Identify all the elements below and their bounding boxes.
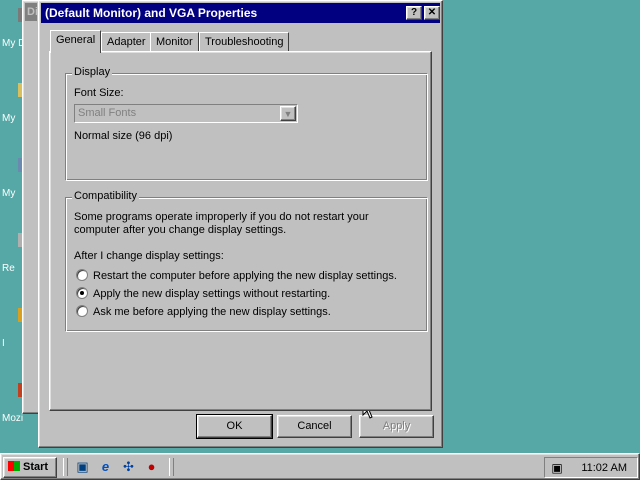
dropdown-arrow-icon[interactable]: ▼ xyxy=(280,106,296,121)
desktop-shortcut-label[interactable]: Mozi xyxy=(2,413,23,424)
window-title: (Default Monitor) and VGA Properties xyxy=(45,6,258,20)
compatibility-group: Compatibility Some programs operate impr… xyxy=(65,190,427,331)
display-properties-dialog: (Default Monitor) and VGA Properties ? ✕… xyxy=(38,0,443,448)
cancel-button[interactable]: Cancel xyxy=(277,415,352,438)
taskbar: Start ▣ e ✣ ● ▣ 11:02 AM xyxy=(0,453,640,480)
internet-explorer-icon[interactable]: e xyxy=(97,458,114,475)
start-button[interactable]: Start xyxy=(3,457,57,478)
close-button[interactable]: ✕ xyxy=(424,6,440,20)
compatibility-legend: Compatibility xyxy=(72,190,139,202)
start-label: Start xyxy=(23,461,49,473)
tab-troubleshooting[interactable]: Troubleshooting xyxy=(199,32,290,52)
font-size-dropdown[interactable]: Small Fonts ▼ xyxy=(74,104,298,123)
compatibility-description-line1: Some programs operate improperly if you … xyxy=(74,211,369,223)
radio-apply-label[interactable]: Apply the new display settings without r… xyxy=(93,288,330,300)
radio-apply-button[interactable] xyxy=(76,287,88,300)
display-group: Display Font Size: Small Fonts ▼ Normal … xyxy=(65,66,427,180)
ok-button[interactable]: OK xyxy=(196,414,273,439)
radio-ask-button[interactable] xyxy=(76,305,88,318)
clock[interactable]: 11:02 AM xyxy=(581,458,627,478)
desktop-shortcut-label[interactable]: I xyxy=(2,338,5,349)
show-desktop-icon[interactable]: ▣ xyxy=(74,458,91,475)
channels-icon[interactable]: ✣ xyxy=(120,458,137,475)
help-button[interactable]: ? xyxy=(406,6,422,20)
display-settings-tray-icon[interactable]: ▣ xyxy=(549,460,565,476)
taskbar-grip-2[interactable] xyxy=(169,458,174,476)
radio-apply-without-restart[interactable]: Apply the new display settings without r… xyxy=(76,286,330,302)
title-bar[interactable]: (Default Monitor) and VGA Properties ? ✕ xyxy=(41,3,440,23)
tab-panel-general: Display Font Size: Small Fonts ▼ Normal … xyxy=(49,51,432,411)
compatibility-description-line2: computer after you change display settin… xyxy=(74,224,287,236)
desktop-shortcut-label[interactable]: My xyxy=(2,188,15,199)
media-player-icon[interactable]: ● xyxy=(143,458,160,475)
radio-restart-label[interactable]: Restart the computer before applying the… xyxy=(93,270,397,282)
radio-restart-button[interactable] xyxy=(76,269,88,282)
radio-ask-me[interactable]: Ask me before applying the new display s… xyxy=(76,304,331,320)
font-size-label: Font Size: xyxy=(74,87,124,99)
taskbar-grip[interactable] xyxy=(63,458,68,476)
desktop-shortcut-label[interactable]: Re xyxy=(2,263,15,274)
tab-general[interactable]: General xyxy=(50,30,102,53)
windows-logo-icon xyxy=(8,461,20,472)
desktop-shortcut-label[interactable]: My xyxy=(2,113,15,124)
radio-restart[interactable]: Restart the computer before applying the… xyxy=(76,268,397,284)
font-size-value: Small Fonts xyxy=(78,107,137,119)
radio-ask-label[interactable]: Ask me before applying the new display s… xyxy=(93,306,331,318)
display-legend: Display xyxy=(72,66,113,78)
system-tray: ▣ 11:02 AM xyxy=(544,457,638,478)
background-window-title[interactable]: Di xyxy=(25,3,37,21)
tab-monitor[interactable]: Monitor xyxy=(150,32,199,52)
font-size-description: Normal size (96 dpi) xyxy=(74,130,173,142)
settings-question: After I change display settings: xyxy=(74,250,224,262)
tab-adapter[interactable]: Adapter xyxy=(101,32,152,52)
